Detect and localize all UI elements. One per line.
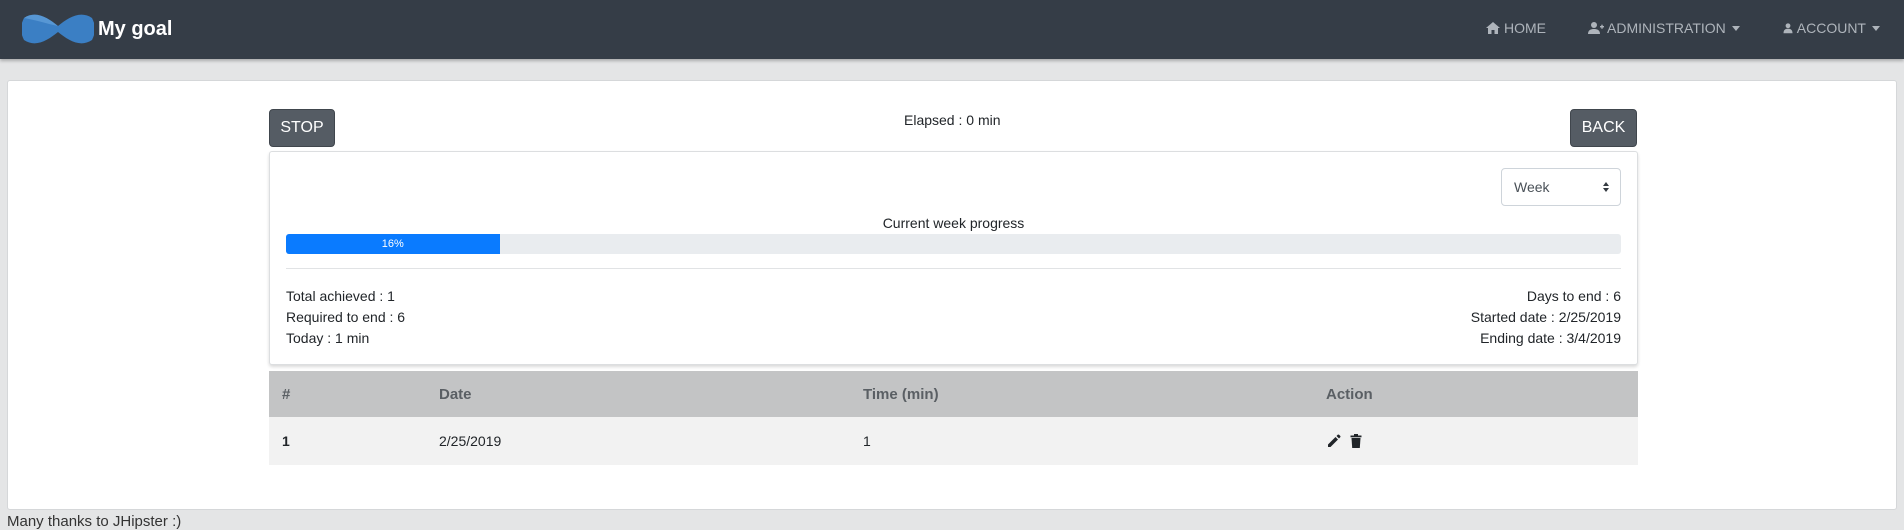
table-header: # Date Time (min) Action	[269, 371, 1638, 417]
row-date: 2/25/2019	[439, 433, 502, 449]
period-select[interactable]: Week	[1501, 168, 1621, 206]
period-select-value: Week	[1514, 179, 1550, 195]
started-date: Started date : 2/25/2019	[1470, 309, 1621, 325]
user-plus-icon	[1588, 22, 1605, 34]
header-time[interactable]: Time (min)	[863, 386, 939, 403]
brand-title: My goal	[98, 17, 173, 40]
home-icon	[1486, 22, 1501, 34]
progress-label: Current week progress	[882, 215, 1025, 231]
row-actions	[1326, 433, 1370, 449]
bowtie-logo	[22, 14, 94, 44]
stats-left: Total achieved : 1 Required to end : 6 T…	[286, 286, 405, 349]
divider	[286, 268, 1621, 269]
pencil-icon[interactable]	[1326, 433, 1342, 449]
today-minutes: Today : 1 min	[286, 330, 370, 346]
user-icon	[1783, 23, 1793, 34]
total-achieved: Total achieved : 1	[286, 288, 395, 304]
header-date[interactable]: Date	[439, 386, 472, 403]
select-arrows-icon	[1603, 182, 1609, 192]
progress-percent: 16%	[381, 238, 404, 250]
brand[interactable]: My goal	[22, 12, 172, 46]
back-button[interactable]: BACK	[1570, 109, 1637, 147]
entries-table: # Date Time (min) Action 1 2/25/2019 1	[269, 371, 1638, 465]
nav-menu: HOME ADMINISTRATION ACCOUNT	[1443, 0, 1880, 56]
footer-text: Many thanks to JHipster :)	[7, 513, 182, 530]
navbar: My goal HOME ADMINISTRATION ACCOUNT	[0, 0, 1904, 59]
nav-account-label: ACCOUNT	[1796, 20, 1866, 36]
chevron-down-icon	[1731, 25, 1740, 31]
stop-button[interactable]: STOP	[269, 109, 335, 147]
header-action: Action	[1326, 385, 1373, 403]
header-number[interactable]: #	[282, 386, 290, 403]
progress-fill: 16%	[286, 234, 500, 254]
nav-administration-label: ADMINISTRATION	[1607, 20, 1726, 36]
stats-right: Days to end : 6 Started date : 2/25/2019…	[1471, 286, 1621, 349]
days-to-end: Days to end : 6	[1526, 288, 1621, 304]
elapsed-time: Elapsed : 0 min	[904, 112, 1001, 128]
nav-home[interactable]: HOME	[1485, 20, 1546, 36]
chevron-down-icon	[1872, 25, 1880, 31]
nav-account[interactable]: ACCOUNT	[1782, 20, 1880, 36]
nav-home-label: HOME	[1504, 20, 1547, 36]
progress-panel: Week Current week progress 16% Total ach…	[269, 151, 1638, 365]
required-to-end: Required to end : 6	[286, 309, 406, 325]
progress-bar: 16%	[286, 234, 1621, 254]
ending-date: Ending date : 3/4/2019	[1480, 330, 1621, 346]
row-number: 1	[282, 433, 290, 449]
goal-card: STOP Elapsed : 0 min BACK Week Current w…	[7, 80, 1897, 510]
row-time: 1	[863, 433, 871, 449]
nav-administration[interactable]: ADMINISTRATION	[1588, 20, 1740, 36]
trash-icon[interactable]	[1348, 433, 1364, 449]
table-row: 1 2/25/2019 1	[269, 417, 1638, 465]
